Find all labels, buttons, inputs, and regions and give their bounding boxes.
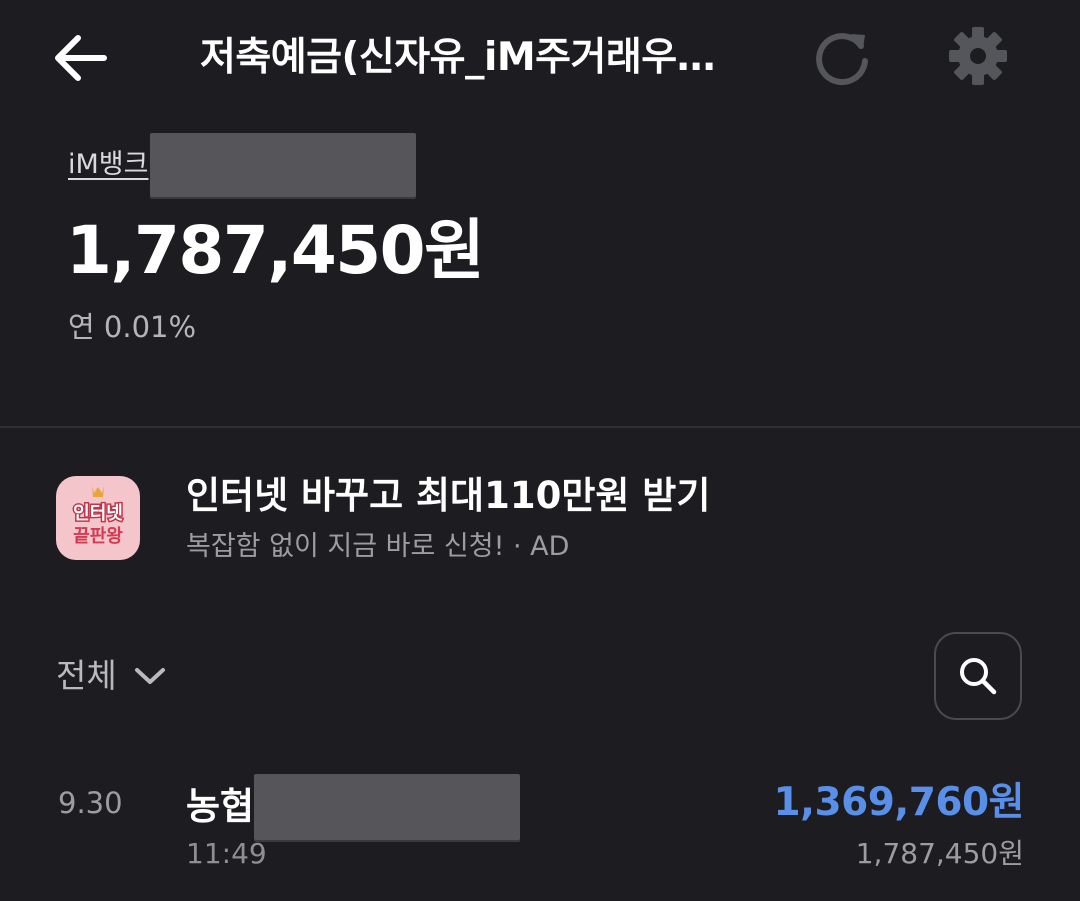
settings-button[interactable] (942, 20, 1014, 92)
top-app-bar: 저축예금(신자유_iM주거래우… (0, 0, 1080, 120)
search-icon (960, 658, 997, 695)
interest-rate: 연 0.01% (68, 310, 197, 344)
ad-app-icon[interactable]: 인터넷 끝판왕 (56, 476, 140, 560)
transaction-balance-after: 1,787,450원 (855, 837, 1024, 870)
chevron-down-icon (133, 665, 167, 687)
search-button[interactable] (934, 632, 1022, 720)
account-balance: 1,787,450원 (66, 212, 485, 289)
crown-icon: 인터넷 끝판왕 (72, 486, 124, 547)
ad-subtitle: 복잡함 없이 지금 바로 신청! · AD (186, 531, 570, 562)
redacted-counterparty (254, 774, 521, 840)
ad-icon-text-line2: 끝판왕 (73, 526, 123, 547)
transaction-time: 11:49 (186, 837, 267, 870)
transaction-amount: 1,369,760원 (773, 780, 1025, 825)
transaction-counterparty: 농협 (186, 785, 255, 828)
gear-icon (949, 27, 1007, 85)
back-button[interactable] (44, 22, 116, 94)
page-title: 저축예금(신자유_iM주거래우… (200, 35, 716, 80)
refresh-icon (816, 33, 868, 86)
section-divider (0, 426, 1080, 428)
redacted-account-number (150, 133, 417, 197)
back-arrow-icon (55, 35, 107, 81)
transaction-date: 9.30 (58, 786, 123, 820)
ad-title[interactable]: 인터넷 바꾸고 최대110만원 받기 (186, 470, 710, 522)
ad-icon-text-line1: 인터넷 (73, 503, 123, 524)
bank-name-link[interactable]: iM뱅크 (68, 145, 148, 185)
transaction-filter-dropdown[interactable]: 전체 (56, 646, 167, 706)
filter-label: 전체 (56, 656, 117, 695)
account-name-row: iM뱅크 (68, 132, 417, 198)
transaction-row[interactable]: 9.30 농협 11:49 1,369,760원 1,787,450원 (0, 760, 1080, 880)
refresh-button[interactable] (806, 22, 878, 94)
transaction-name-row: 농협 (186, 772, 521, 842)
